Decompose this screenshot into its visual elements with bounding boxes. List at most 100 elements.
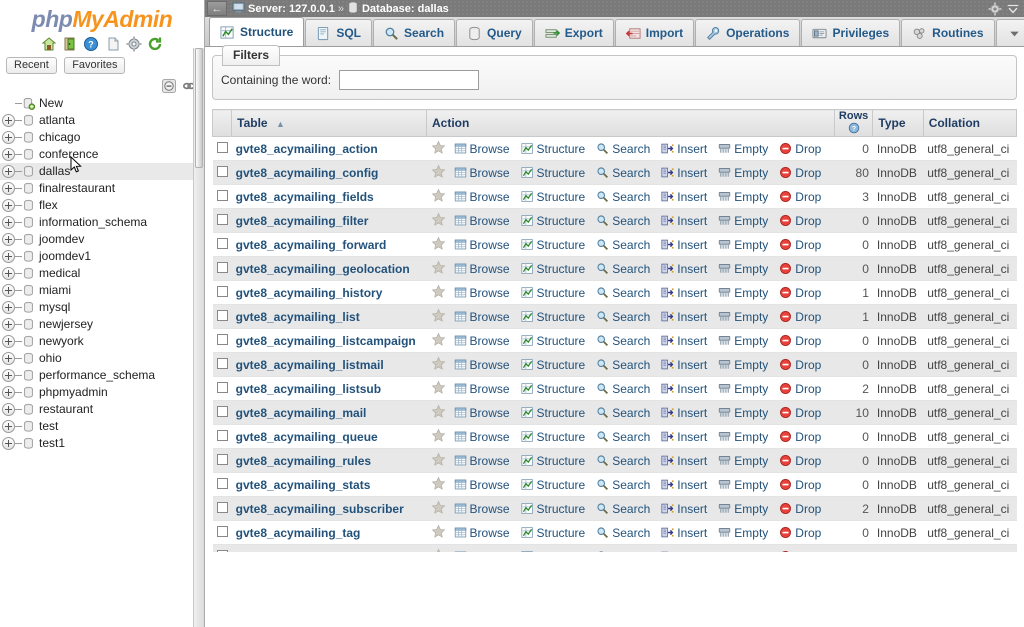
action-empty-link[interactable]: Empty [718, 238, 768, 252]
row-checkbox[interactable] [216, 405, 228, 417]
tab-operations[interactable]: Operations [695, 19, 801, 46]
action-search-link[interactable]: Search [596, 526, 650, 540]
tab-import[interactable]: Import [614, 19, 695, 46]
action-drop-link[interactable]: Drop [779, 142, 821, 156]
action-search-link[interactable]: Search [596, 550, 650, 552]
tab-search[interactable]: Search [373, 19, 456, 46]
action-browse-link[interactable]: Browse [454, 334, 510, 348]
action-drop-link[interactable]: Drop [779, 334, 821, 348]
action-empty-link[interactable]: Empty [718, 550, 768, 552]
row-checkbox[interactable] [216, 357, 228, 369]
expand-icon[interactable] [2, 250, 15, 263]
tab-privileges[interactable]: Privileges [801, 19, 901, 46]
table-name-link[interactable]: gvte8_acymailing_tag [236, 526, 361, 540]
favorite-star-icon[interactable] [431, 240, 446, 254]
rows-help-icon[interactable]: ? [848, 122, 860, 137]
expand-icon[interactable] [2, 437, 15, 450]
tree-item-miami[interactable]: miami [0, 282, 204, 299]
favorite-star-icon[interactable] [431, 408, 446, 422]
action-search-link[interactable]: Search [596, 190, 650, 204]
action-empty-link[interactable]: Empty [718, 478, 768, 492]
expand-icon[interactable] [2, 369, 15, 382]
action-insert-link[interactable]: Insert [661, 262, 707, 276]
favorite-star-icon[interactable] [431, 432, 446, 446]
table-name-link[interactable]: gvte8_acymailing_subscriber [236, 502, 404, 516]
tree-item-performance_schema[interactable]: performance_schema [0, 367, 204, 384]
table-name-link[interactable]: gvte8_acymailing_config [236, 166, 379, 180]
table-name-link[interactable]: gvte8_acymailing_forward [236, 238, 387, 252]
favorite-star-icon[interactable] [431, 168, 446, 182]
help-icon[interactable]: ? [83, 36, 99, 52]
action-drop-link[interactable]: Drop [779, 430, 821, 444]
expand-icon[interactable] [2, 131, 15, 144]
action-structure-link[interactable]: Structure [521, 166, 585, 180]
expand-icon[interactable] [2, 182, 15, 195]
action-search-link[interactable]: Search [596, 478, 650, 492]
column-header-table[interactable]: Table ▲ [231, 109, 428, 137]
tab-sql[interactable]: SQL [305, 19, 373, 46]
action-search-link[interactable]: Search [596, 262, 650, 276]
home-icon[interactable] [41, 36, 57, 52]
tree-item-restaurant[interactable]: restaurant [0, 401, 204, 418]
column-header-collation[interactable]: Collation [923, 109, 1018, 137]
row-checkbox[interactable] [216, 477, 228, 489]
row-checkbox[interactable] [216, 261, 228, 273]
action-structure-link[interactable]: Structure [521, 334, 585, 348]
favorite-star-icon[interactable] [431, 528, 446, 542]
recent-chip[interactable]: Recent [6, 57, 57, 74]
tree-item-new[interactable]: New [0, 95, 204, 112]
tab-routines[interactable]: Routines [901, 19, 995, 46]
action-search-link[interactable]: Search [596, 430, 650, 444]
expand-icon[interactable] [2, 335, 15, 348]
expand-icon[interactable] [2, 420, 15, 433]
action-structure-link[interactable]: Structure [521, 190, 585, 204]
tree-item-mysql[interactable]: mysql [0, 299, 204, 316]
row-checkbox[interactable] [216, 213, 228, 225]
back-button[interactable]: ← [207, 1, 227, 16]
favorite-star-icon[interactable] [431, 336, 446, 350]
action-insert-link[interactable]: Insert [661, 214, 707, 228]
row-checkbox[interactable] [216, 501, 228, 513]
row-checkbox[interactable] [216, 549, 228, 552]
favorite-star-icon[interactable] [431, 288, 446, 302]
action-search-link[interactable]: Search [596, 502, 650, 516]
action-insert-link[interactable]: Insert [661, 310, 707, 324]
sidebar-scrollbar[interactable] [193, 48, 204, 627]
action-structure-link[interactable]: Structure [521, 526, 585, 540]
action-drop-link[interactable]: Drop [779, 550, 821, 552]
action-insert-link[interactable]: Insert [661, 142, 707, 156]
column-header-rows[interactable]: Rows ? [834, 109, 874, 137]
action-search-link[interactable]: Search [596, 310, 650, 324]
action-empty-link[interactable]: Empty [718, 358, 768, 372]
table-name-link[interactable]: gvte8_acymailing_queue [236, 430, 378, 444]
sidebar-scrollbar-thumb[interactable] [195, 48, 203, 168]
action-search-link[interactable]: Search [596, 166, 650, 180]
row-checkbox[interactable] [216, 333, 228, 345]
favorite-star-icon[interactable] [431, 264, 446, 278]
action-browse-link[interactable]: Browse [454, 310, 510, 324]
expand-icon[interactable] [2, 318, 15, 331]
containing-word-input[interactable] [339, 70, 480, 90]
action-empty-link[interactable]: Empty [718, 310, 768, 324]
expand-icon[interactable] [2, 148, 15, 161]
tree-item-dallas[interactable]: dallas [0, 163, 204, 180]
action-insert-link[interactable]: Insert [661, 334, 707, 348]
action-browse-link[interactable]: Browse [454, 142, 510, 156]
action-search-link[interactable]: Search [596, 286, 650, 300]
reload-icon[interactable] [147, 36, 163, 52]
action-structure-link[interactable]: Structure [521, 478, 585, 492]
action-insert-link[interactable]: Insert [661, 478, 707, 492]
table-name-link[interactable]: gvte8_acymailing_listsub [236, 382, 381, 396]
row-checkbox[interactable] [216, 453, 228, 465]
action-structure-link[interactable]: Structure [521, 406, 585, 420]
action-structure-link[interactable]: Structure [521, 310, 585, 324]
action-browse-link[interactable]: Browse [454, 286, 510, 300]
tree-item-flex[interactable]: flex [0, 197, 204, 214]
tab-structure[interactable]: Structure [209, 17, 305, 46]
action-search-link[interactable]: Search [596, 334, 650, 348]
expand-icon[interactable] [2, 233, 15, 246]
tree-item-newyork[interactable]: newyork [0, 333, 204, 350]
tab-export[interactable]: Export [533, 19, 614, 46]
table-name-link[interactable]: gvte8_acymailing_action [236, 142, 378, 156]
action-browse-link[interactable]: Browse [454, 478, 510, 492]
